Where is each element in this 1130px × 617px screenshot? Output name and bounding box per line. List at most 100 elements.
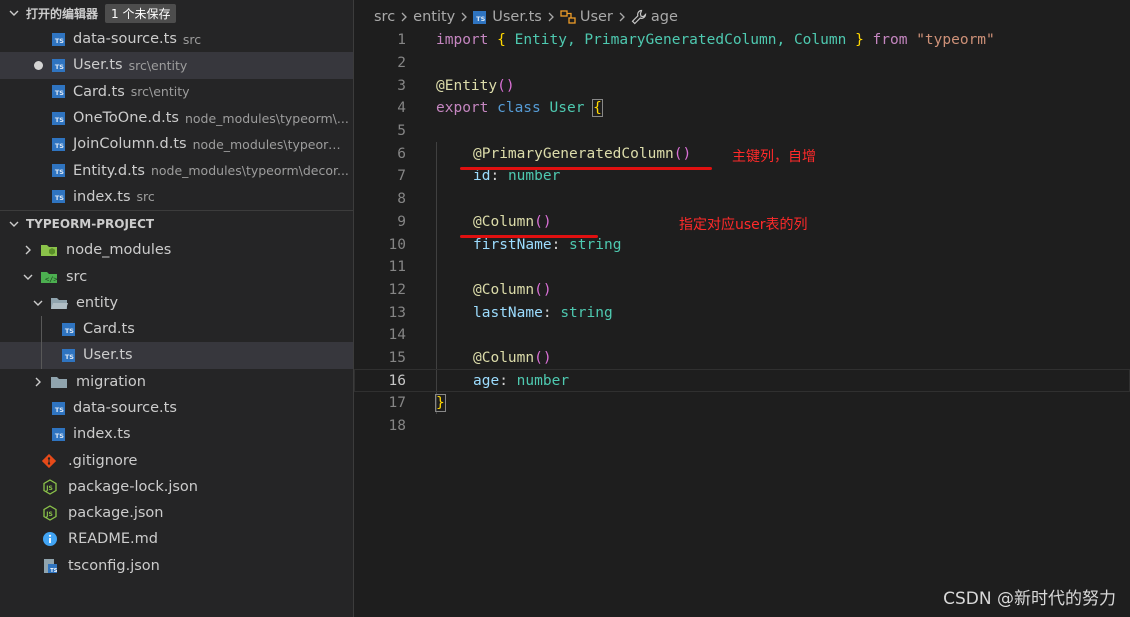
code-line[interactable]: 8 [354, 188, 1130, 211]
breadcrumb-entity[interactable]: entity [413, 9, 455, 25]
svg-text:JS: JS [45, 485, 53, 492]
code-line-current[interactable]: 16 age: number [354, 369, 1130, 392]
tree-label: node_modules [66, 242, 172, 259]
file-path: node_modules\typeorm\decor... [150, 163, 349, 179]
code-line[interactable]: 12 @Column() [354, 279, 1130, 302]
tree-folder-migration[interactable]: migration [0, 369, 353, 395]
code-line[interactable]: 13 lastName: string [354, 301, 1130, 324]
tree-file-package[interactable]: JS package.json [0, 500, 353, 526]
explorer-header[interactable]: TYPEORM-PROJECT [0, 211, 353, 237]
annotation-column: 指定对应user表的列 [679, 217, 808, 233]
line-number: 15 [388, 349, 406, 366]
tree-file-readme[interactable]: README.md [0, 526, 353, 552]
line-content: id: number [473, 168, 561, 185]
typescript-file-icon: TS [52, 58, 65, 72]
breadcrumb-class[interactable]: User [560, 9, 613, 25]
line-number: 1 [397, 32, 406, 49]
project-title: TYPEORM-PROJECT [26, 217, 155, 232]
tsconfig-icon: TS [42, 558, 58, 574]
line-number: 7 [397, 168, 406, 185]
line-content: @Column() [473, 349, 552, 366]
tree-file-data-source[interactable]: TS data-source.ts [0, 395, 353, 421]
typescript-file-icon: TS [52, 32, 65, 46]
code-line[interactable]: 1 import { Entity, PrimaryGeneratedColum… [354, 29, 1130, 52]
tree-file-gitignore[interactable]: .gitignore [0, 447, 353, 473]
code-line[interactable]: 5 [354, 120, 1130, 143]
breadcrumb-property[interactable]: age [631, 9, 678, 25]
line-number: 12 [388, 281, 406, 298]
tree-folder-entity[interactable]: entity [0, 290, 353, 316]
tree-folder-node-modules[interactable]: node_modules [0, 237, 353, 263]
file-path: node_modules\typeorm\... [184, 110, 349, 126]
file-name: JoinColumn.d.ts [73, 136, 187, 153]
breadcrumb-file[interactable]: TS User.ts [473, 9, 542, 25]
file-path: node_modules\typeorm... [192, 136, 349, 152]
open-editor-item[interactable]: TS Card.ts src\entity [0, 79, 353, 105]
chevron-right-icon [30, 374, 46, 390]
line-content: firstName: string [473, 236, 622, 253]
svg-text:</>: </> [45, 275, 58, 283]
tree-label: README.md [68, 531, 158, 548]
file-name: index.ts [73, 188, 131, 205]
info-icon [42, 531, 58, 547]
code-line[interactable]: 11 [354, 256, 1130, 279]
code-line[interactable]: 15 @Column() [354, 347, 1130, 370]
open-editor-item[interactable]: TS Entity.d.ts node_modules\typeorm\deco… [0, 157, 353, 183]
code-line[interactable]: 17 } [354, 392, 1130, 415]
typescript-file-icon: TS [52, 401, 65, 415]
chevron-right-icon [459, 11, 469, 23]
line-number: 2 [397, 55, 406, 72]
typescript-file-icon: TS [52, 427, 65, 441]
line-content: @Column() [473, 213, 552, 230]
line-number: 18 [388, 418, 406, 435]
tree-label: .gitignore [68, 452, 138, 469]
line-number: 4 [397, 100, 406, 117]
file-path: src\entity [128, 57, 188, 73]
open-editors-header[interactable]: 打开的编辑器 1 个未保存 [0, 0, 353, 26]
breadcrumb-class-label: User [579, 9, 613, 25]
line-number: 9 [397, 213, 406, 230]
open-editors-section: 打开的编辑器 1 个未保存 TS data-source.ts src TS U… [0, 0, 353, 212]
line-number: 5 [397, 123, 406, 140]
line-number: 11 [388, 259, 406, 276]
editor: src entity TS User.ts User age 1 import … [354, 0, 1130, 617]
open-editor-item[interactable]: TS data-source.ts src [0, 26, 353, 52]
tree-file-user-selected[interactable]: TS User.ts [0, 342, 353, 369]
breadcrumb-src[interactable]: src [374, 9, 395, 25]
breadcrumb-file-label: User.ts [492, 9, 542, 25]
chevron-right-icon [20, 242, 36, 258]
chevron-down-icon [30, 295, 46, 311]
tree-file-tsconfig[interactable]: TS tsconfig.json [0, 553, 353, 579]
line-content: export class User { [436, 99, 603, 118]
line-number: 16 [388, 372, 406, 389]
open-editor-item[interactable]: TS OneToOne.d.ts node_modules\typeorm\..… [0, 105, 353, 131]
folder-icon [50, 375, 68, 389]
tree-label: User.ts [83, 347, 133, 364]
line-content: @Column() [473, 281, 552, 298]
unsaved-dot-icon[interactable] [34, 60, 43, 70]
red-underline [460, 235, 598, 238]
open-editor-item[interactable]: TS JoinColumn.d.ts node_modules\typeorm.… [0, 131, 353, 157]
open-editor-item-active[interactable]: TS User.ts src\entity [0, 52, 353, 79]
code-line[interactable]: 18 [354, 415, 1130, 438]
nodejs-icon: JS [42, 505, 58, 521]
tree-file-index[interactable]: TS index.ts [0, 421, 353, 447]
tree-file-card[interactable]: TS Card.ts [0, 315, 353, 343]
line-content: import { Entity, PrimaryGeneratedColumn,… [436, 32, 995, 49]
code-line[interactable]: 14 [354, 324, 1130, 347]
explorer-section: TYPEORM-PROJECT node_modules </> src ent… [0, 211, 353, 579]
code-line[interactable]: 3 @Entity() [354, 74, 1130, 97]
open-editor-item[interactable]: TS index.ts src [0, 184, 353, 210]
code-line[interactable]: 4 export class User { [354, 97, 1130, 120]
line-number: 17 [388, 395, 406, 412]
code-line[interactable]: 2 [354, 52, 1130, 75]
tree-folder-src[interactable]: </> src [0, 263, 353, 289]
file-name: Entity.d.ts [73, 162, 145, 179]
chevron-right-icon [399, 11, 409, 23]
tree-file-package-lock[interactable]: JS package-lock.json [0, 474, 353, 500]
line-number: 10 [388, 236, 406, 253]
tree-label: entity [76, 294, 119, 311]
chevron-down-icon [20, 269, 36, 285]
class-symbol-icon [560, 10, 576, 24]
tree-label: package-lock.json [68, 478, 198, 495]
